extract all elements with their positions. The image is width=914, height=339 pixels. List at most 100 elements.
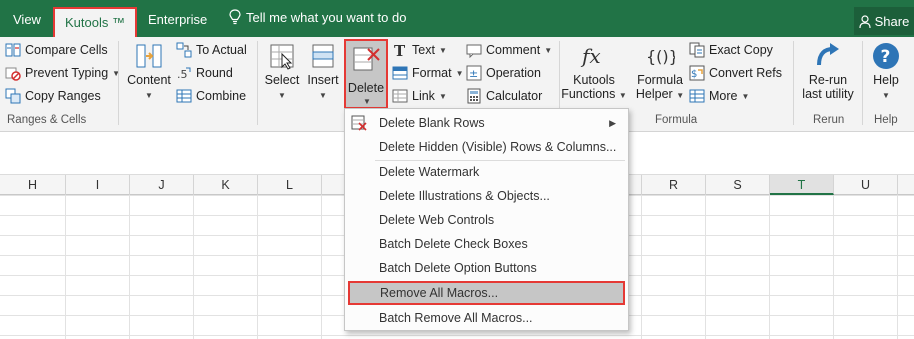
menu-item-remove-all-macros[interactable]: Remove All Macros...	[348, 281, 625, 305]
combine-label: Combine	[196, 89, 247, 103]
grid-line	[193, 195, 194, 339]
help-label: Help	[873, 73, 899, 87]
menu-item-label: Delete Hidden (Visible) Rows & Columns..…	[379, 140, 617, 154]
chevron-down-icon: ▼	[544, 45, 553, 55]
chevron-down-icon: ▼	[741, 91, 750, 101]
text-button[interactable]: T Text ▼	[392, 42, 447, 58]
menu-item-batch-delete-option-buttons[interactable]: Batch Delete Option Buttons	[345, 256, 628, 280]
calculator-button[interactable]: Calculator	[466, 88, 542, 104]
copy-ranges-button[interactable]: Copy Ranges	[5, 88, 101, 104]
compare-cells-button[interactable]: Compare Cells	[5, 42, 108, 58]
grid-line	[769, 195, 770, 339]
menu-item-delete-blank-rows[interactable]: Delete Blank Rows ▶	[345, 111, 628, 135]
chevron-down-icon: ▼	[438, 91, 447, 101]
column-header[interactable]: L	[258, 175, 322, 195]
menu-item-label: Delete Watermark	[379, 165, 480, 179]
chevron-down-icon: ▼	[278, 91, 286, 100]
insert-icon	[312, 44, 334, 68]
content-button[interactable]: Content ▼	[124, 41, 174, 101]
chevron-down-icon: ▼	[319, 91, 327, 100]
svg-text:{()}: {()}	[646, 47, 675, 66]
column-header[interactable]: J	[130, 175, 194, 195]
exact-copy-label: Exact Copy	[709, 43, 773, 57]
svg-text:T: T	[394, 42, 406, 58]
comment-label: Comment	[486, 43, 541, 57]
chevron-down-icon: ▼	[676, 91, 685, 100]
operation-icon: ±	[466, 65, 482, 81]
rerun-label-1: Re-run	[808, 73, 848, 87]
help-button[interactable]: ? Help ▼	[866, 41, 906, 101]
svg-text:±: ±	[469, 67, 478, 80]
round-label: Round	[196, 66, 233, 80]
rerun-last-utility-button[interactable]: Re-run last utility	[796, 41, 860, 101]
prevent-typing-button[interactable]: Prevent Typing ▼	[5, 65, 120, 81]
comment-button[interactable]: Comment ▼	[466, 42, 552, 58]
delete-label: Delete	[347, 81, 385, 95]
tab-view[interactable]: View	[13, 9, 41, 31]
column-header[interactable]: K	[194, 175, 258, 195]
column-header[interactable]: S	[706, 175, 770, 195]
formula-helper-label-1: Formula	[637, 73, 683, 87]
select-button[interactable]: Select ▼	[262, 41, 302, 101]
share-button[interactable]: Share	[854, 7, 914, 35]
formula-helper-button[interactable]: {()} Formula Helper ▼	[634, 41, 686, 101]
help-question-icon: ?	[873, 43, 899, 69]
delete-button[interactable]: Delete ▼	[344, 39, 388, 109]
compare-cells-icon	[5, 43, 21, 57]
menu-item-delete-illustrations-objects[interactable]: Delete Illustrations & Objects...	[345, 184, 628, 208]
operation-label: Operation	[486, 66, 541, 80]
combine-icon	[176, 89, 192, 103]
column-header[interactable]: R	[642, 175, 706, 195]
more-label: More	[709, 89, 738, 103]
text-label: Text	[412, 43, 435, 57]
grid-line	[897, 195, 898, 339]
calculator-label: Calculator	[486, 89, 543, 103]
group-label-help: Help	[874, 114, 898, 126]
svg-text:fx: fx	[580, 44, 601, 68]
function-fx-icon: fx	[580, 44, 601, 68]
tell-me-label: Tell me what you want to do	[246, 9, 407, 25]
convert-refs-icon: $	[689, 65, 705, 81]
insert-button[interactable]: Insert ▼	[304, 41, 342, 101]
prevent-typing-icon	[5, 67, 21, 81]
column-header[interactable]: I	[66, 175, 130, 195]
group-label-rerun: Rerun	[813, 114, 845, 126]
menu-item-label: Batch Delete Option Buttons	[379, 261, 537, 275]
link-button[interactable]: Link ▼	[392, 88, 447, 104]
convert-refs-button[interactable]: $ Convert Refs	[689, 65, 782, 81]
menu-item-batch-delete-check-boxes[interactable]: Batch Delete Check Boxes	[345, 232, 628, 256]
format-button[interactable]: Format ▼	[392, 65, 464, 81]
menu-item-label: Batch Remove All Macros...	[379, 311, 533, 325]
tab-kutools[interactable]: Kutools ™	[53, 7, 137, 37]
exact-copy-icon	[689, 42, 705, 58]
operation-button[interactable]: ± Operation	[466, 65, 541, 81]
menu-item-label: Delete Web Controls	[379, 213, 495, 227]
column-header-selected[interactable]: T	[770, 175, 834, 195]
delete-icon	[353, 47, 380, 71]
combine-button[interactable]: Combine	[176, 88, 246, 104]
share-label: Share	[874, 13, 910, 29]
menu-item-batch-remove-all-macros[interactable]: Batch Remove All Macros...	[345, 306, 628, 330]
group-divider	[118, 41, 119, 125]
link-label: Link	[412, 89, 435, 103]
menu-item-label: Remove All Macros...	[380, 286, 499, 300]
group-label-formula: Formula	[655, 114, 698, 126]
round-button[interactable]: .5 Round	[176, 65, 233, 81]
column-header[interactable]: H	[0, 175, 66, 195]
kutools-functions-button[interactable]: fx Kutools Functions ▼	[561, 41, 627, 101]
column-header[interactable]: U	[834, 175, 898, 195]
menu-item-delete-hidden-rows-columns[interactable]: Delete Hidden (Visible) Rows & Columns..…	[345, 135, 628, 159]
exact-copy-button[interactable]: Exact Copy	[689, 42, 773, 58]
grid-line	[321, 195, 322, 339]
menu-item-delete-watermark[interactable]: Delete Watermark	[345, 160, 628, 184]
text-icon: T	[394, 42, 406, 58]
grid-line	[641, 195, 642, 339]
prevent-typing-label: Prevent Typing	[25, 66, 109, 80]
tell-me-search[interactable]: Tell me what you want to do	[229, 9, 406, 25]
menu-item-delete-web-controls[interactable]: Delete Web Controls	[345, 208, 628, 232]
group-divider	[862, 41, 863, 125]
more-button[interactable]: More ▼	[689, 88, 749, 104]
formula-braces-icon: {()}	[646, 47, 675, 66]
to-actual-button[interactable]: To Actual	[176, 42, 247, 58]
tab-enterprise[interactable]: Enterprise	[148, 9, 207, 31]
